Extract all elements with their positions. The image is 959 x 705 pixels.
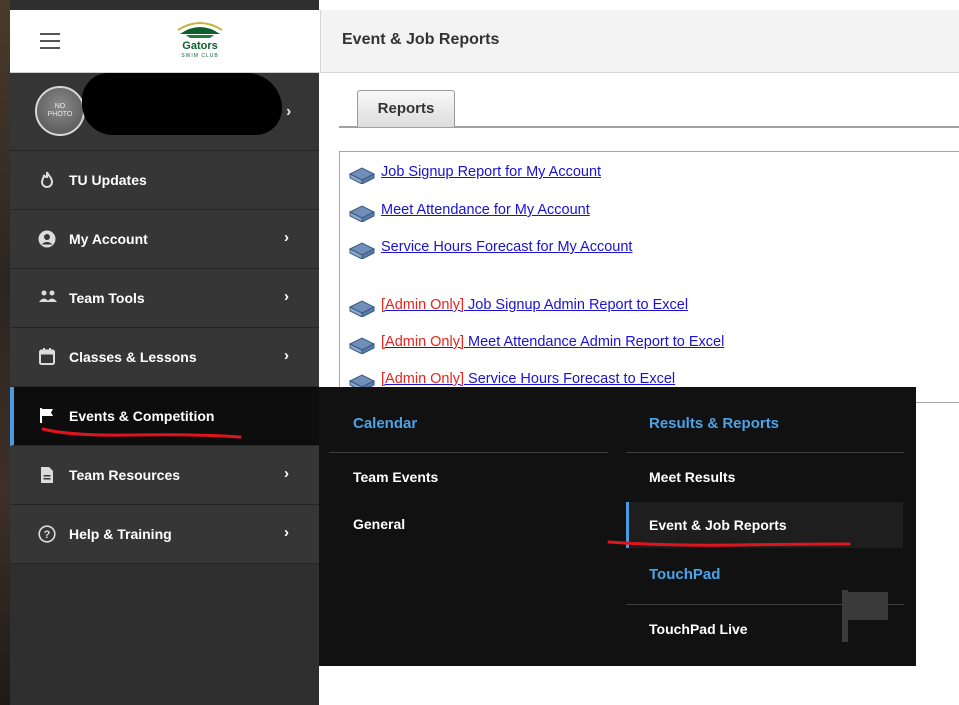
flyout-item-general[interactable]: General <box>353 516 405 532</box>
flyout-item-team-events[interactable]: Team Events <box>353 469 438 485</box>
report-package-icon <box>348 242 376 259</box>
sidebar-item-tu-updates[interactable]: TU Updates <box>10 151 319 210</box>
logo-subtext: SWIM CLUB <box>181 53 219 59</box>
report-package-icon <box>348 300 376 317</box>
flyout-heading-calendar[interactable]: Calendar <box>353 415 417 432</box>
divider <box>329 452 608 453</box>
admin-report-title: Job Signup Admin Report to Excel <box>464 297 689 313</box>
sidebar-item-help-training[interactable]: ? Help & Training › <box>10 505 319 564</box>
sidebar-item-label: Classes & Lessons <box>69 349 197 365</box>
user-circle-icon <box>38 230 56 248</box>
chevron-right-icon: › <box>284 465 289 482</box>
sidebar-item-label: Team Resources <box>69 467 181 483</box>
help-icon: ? <box>38 525 56 543</box>
flag-icon <box>38 407 56 425</box>
flyout-item-touchpad-live[interactable]: TouchPad Live <box>649 621 748 637</box>
sidebar-item-label: Help & Training <box>69 526 172 542</box>
sidebar-item-label: Team Tools <box>69 290 145 306</box>
divider <box>626 452 904 453</box>
team-logo[interactable]: Gators SWIM CLUB <box>170 16 230 66</box>
avatar[interactable]: NO PHOTO <box>35 86 85 136</box>
admin-only-tag: [Admin Only] <box>381 334 464 350</box>
sidebar-item-team-tools[interactable]: Team Tools › <box>10 269 319 328</box>
chevron-right-icon: › <box>284 347 289 364</box>
report-link-text[interactable]: Job Signup Report for My Account <box>381 164 601 180</box>
flag-watermark-icon <box>842 590 888 642</box>
alligator-logo-icon <box>177 22 223 38</box>
admin-report-title: Meet Attendance Admin Report to Excel <box>464 334 725 350</box>
admin-only-tag: [Admin Only] <box>381 297 464 313</box>
sidebar-item-my-account[interactable]: My Account › <box>10 210 319 269</box>
admin-report-title: Service Hours Forecast to Excel <box>464 371 676 387</box>
page-header: Event & Job Reports <box>320 10 959 73</box>
report-package-icon <box>348 337 376 354</box>
reports-panel <box>339 151 959 403</box>
report-package-icon <box>348 205 376 222</box>
fire-icon <box>38 171 56 189</box>
tab-reports[interactable]: Reports <box>357 90 455 127</box>
report-package-icon <box>348 167 376 184</box>
report-link-text[interactable]: [Admin Only] Service Hours Forecast to E… <box>381 371 675 387</box>
flyout-item-meet-results[interactable]: Meet Results <box>649 469 735 485</box>
chevron-right-icon: › <box>284 524 289 541</box>
flyout-item-event-job-reports[interactable]: Event & Job Reports <box>649 517 787 533</box>
sidebar-item-label: My Account <box>69 231 148 247</box>
chevron-right-icon: › <box>284 288 289 305</box>
sidebar-item-label: TU Updates <box>69 172 147 188</box>
svg-text:?: ? <box>44 529 51 541</box>
report-link-text[interactable]: Service Hours Forecast for My Account <box>381 239 632 255</box>
flyout-heading-touchpad[interactable]: TouchPad <box>649 566 720 583</box>
chevron-right-icon: › <box>284 229 289 246</box>
avatar-placeholder-text: NO PHOTO <box>47 103 73 118</box>
sidebar-item-events-competition[interactable]: Events & Competition <box>10 387 319 446</box>
background-strip <box>0 0 10 705</box>
report-link-text[interactable]: [Admin Only] Meet Attendance Admin Repor… <box>381 334 724 350</box>
page-title: Event & Job Reports <box>342 31 500 48</box>
redacted-name <box>82 73 282 135</box>
flyout-heading-results-reports[interactable]: Results & Reports <box>649 415 779 432</box>
logo-text: Gators <box>182 40 218 52</box>
sidebar-item-label: Events & Competition <box>69 408 215 424</box>
admin-only-tag: [Admin Only] <box>381 371 464 387</box>
sidebar-header: Gators SWIM CLUB <box>10 10 319 73</box>
chevron-right-icon[interactable]: › <box>286 103 291 121</box>
sidebar-item-classes-lessons[interactable]: Classes & Lessons › <box>10 328 319 387</box>
hamburger-menu-icon[interactable] <box>40 33 60 49</box>
document-icon <box>38 466 56 484</box>
calendar-icon <box>38 348 56 366</box>
sidebar-item-team-resources[interactable]: Team Resources › <box>10 446 319 505</box>
report-link-text[interactable]: [Admin Only] Job Signup Admin Report to … <box>381 297 688 313</box>
people-icon <box>38 289 57 307</box>
profile-card[interactable]: NO PHOTO › <box>10 73 319 151</box>
report-link-text[interactable]: Meet Attendance for My Account <box>381 202 590 218</box>
